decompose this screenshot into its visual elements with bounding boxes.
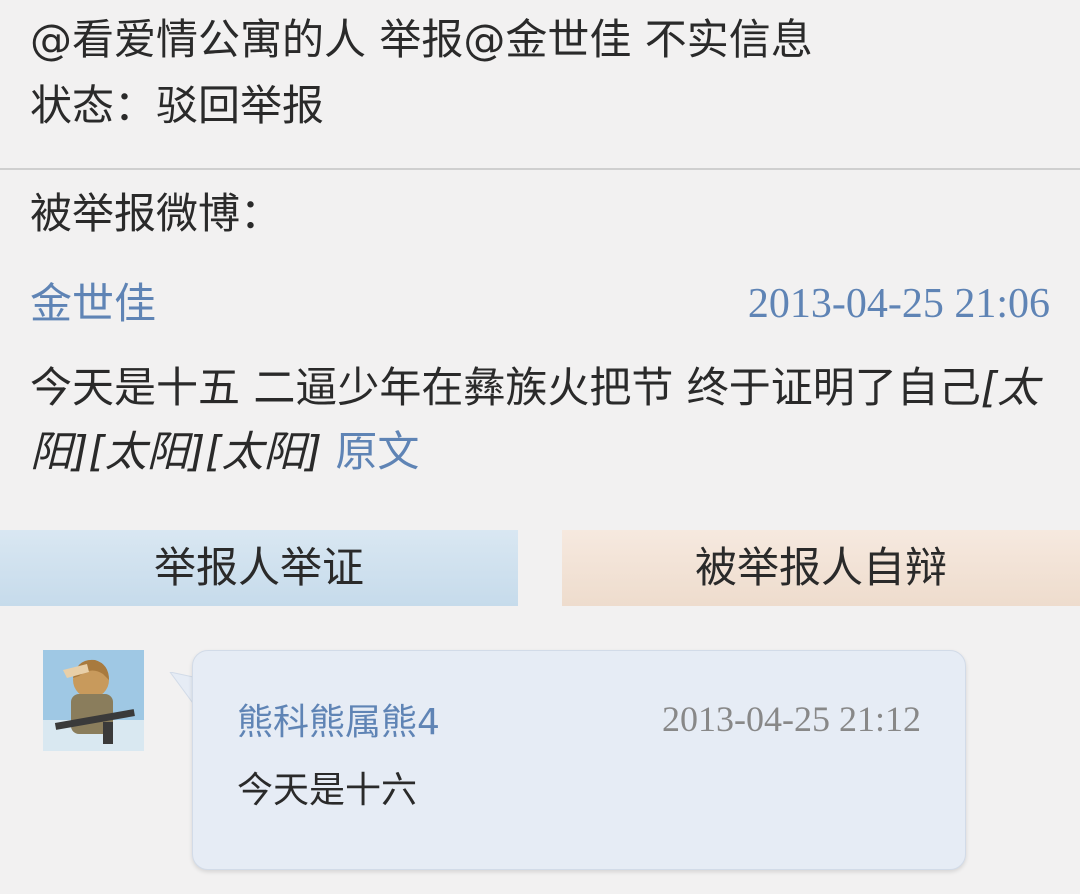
weibo-timestamp: 2013-04-25 21:06: [747, 281, 1050, 327]
status-label: 状态：: [30, 81, 157, 130]
sun-emoji-2: [太阳]: [88, 427, 206, 476]
sun-emoji-3: [太阳]: [205, 427, 322, 476]
reply-text: 今天是十六: [237, 770, 418, 811]
tab-reported-defense[interactable]: 被举报人自辩: [562, 530, 1080, 606]
report-header: @看爱情公寓的人 举报@金世佳 不实信息 状态：驳回举报: [0, 0, 1080, 170]
status-value: 驳回举报: [156, 81, 325, 130]
reply-bubble: 熊科熊属熊4 2013-04-25 21:12 今天是十六: [192, 650, 966, 870]
reply-timestamp: 2013-04-25 21:12: [662, 699, 921, 739]
reply-author-link[interactable]: 熊科熊属熊4: [237, 699, 440, 747]
avatar[interactable]: [43, 650, 144, 751]
reported-weibo-label: 被举报微博：: [30, 189, 283, 238]
report-title: @看爱情公寓的人 举报@金世佳 不实信息: [30, 15, 813, 64]
weibo-content: 今天是十五 二逼少年在彝族火把节 终于证明了自己[太阳][太阳][太阳] 原文: [30, 356, 1040, 484]
tab-reporter-evidence[interactable]: 举报人举证: [0, 530, 518, 606]
original-post-link[interactable]: 原文: [335, 427, 419, 476]
weibo-author-link[interactable]: 金世佳: [30, 276, 156, 332]
divider: [0, 168, 1080, 170]
weibo-text: 今天是十五 二逼少年在彝族火把节 终于证明了自己: [30, 363, 981, 412]
report-status: 状态：驳回举报: [30, 78, 324, 134]
